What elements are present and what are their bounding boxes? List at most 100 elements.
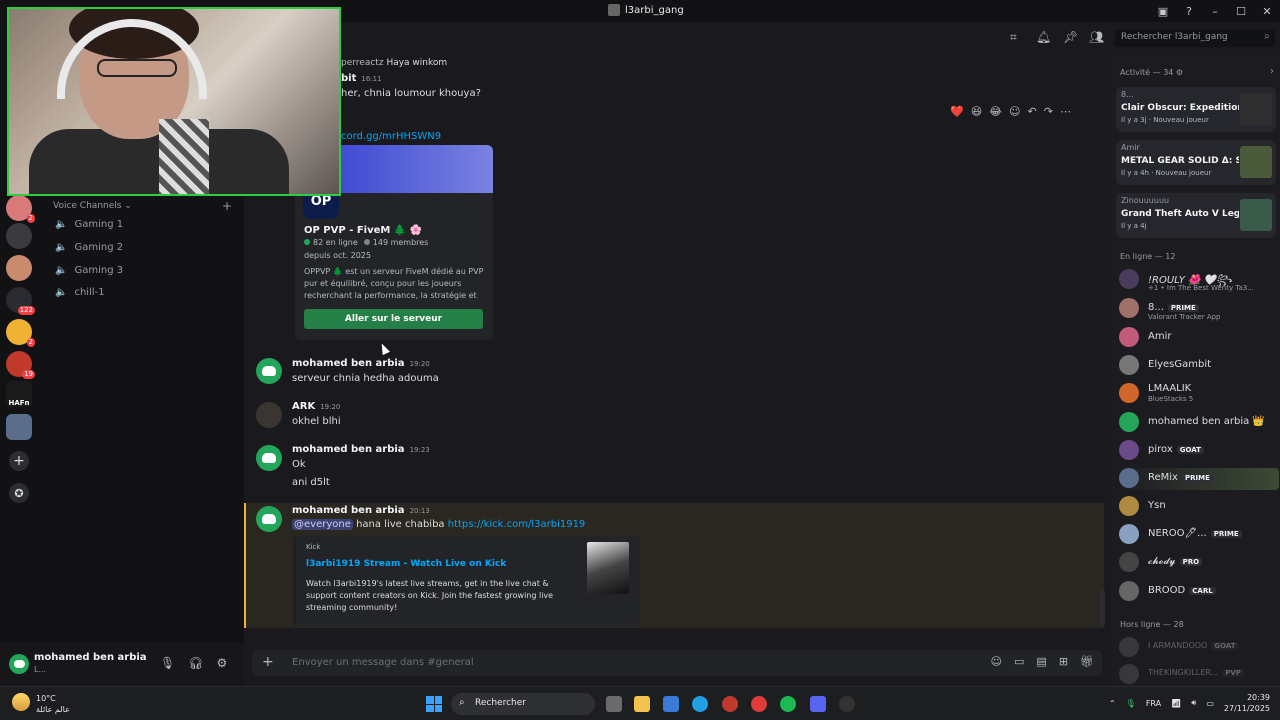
join-server-button[interactable]: Aller sur le serveur [304, 309, 483, 329]
channel-gaming-3[interactable]: 🔈 Gaming 3 [55, 265, 123, 276]
server-item[interactable] [6, 223, 32, 249]
channel-chill-1[interactable]: 🔈 chill-1 [55, 287, 105, 298]
members-icon[interactable]: 👥︎ [1089, 30, 1104, 44]
task-view-icon[interactable] [606, 696, 622, 712]
add-channel-icon[interactable]: + [222, 199, 232, 213]
embed-thumbnail[interactable] [587, 542, 629, 594]
avatar[interactable] [256, 402, 282, 428]
minimize-button[interactable]: – [1202, 0, 1228, 22]
member-item[interactable]: Ysn [1119, 496, 1279, 518]
avatar[interactable] [256, 358, 282, 384]
language-indicator[interactable]: FRA [1146, 699, 1161, 708]
apps-icon[interactable]: ⊞ [1059, 655, 1068, 668]
volume-icon[interactable]: 🔊︎ [1191, 698, 1196, 708]
maximize-button[interactable]: ☐ [1228, 0, 1254, 22]
message-author[interactable]: mohamed ben arbia 19:20 [292, 358, 430, 369]
channel-gaming-1[interactable]: 🔈 Gaming 1 [55, 219, 123, 230]
taskbar-search[interactable]: ⌕ Rechercher [451, 693, 595, 715]
bell-icon[interactable]: 🔔︎ [1036, 30, 1051, 44]
member-item[interactable]: ElyesGambit [1119, 355, 1279, 377]
member-item[interactable]: I ARMANDOOO GOAT [1119, 637, 1279, 659]
discord-icon[interactable] [810, 696, 826, 712]
threads-icon[interactable]: ⌗ [1010, 30, 1017, 45]
opera-icon[interactable] [751, 696, 767, 712]
activity-card[interactable]: 8... Clair Obscur: Expedition 33 Il y a … [1116, 87, 1276, 132]
user-avatar[interactable] [9, 654, 29, 674]
server-item[interactable] [6, 255, 32, 281]
member-item[interactable]: LMAALIK BlueStacks 5 [1119, 383, 1279, 405]
member-item[interactable]: ReMix PRIME [1119, 468, 1279, 490]
add-server-icon[interactable]: + [9, 451, 29, 471]
pin-icon[interactable]: 📌︎ [1063, 30, 1078, 44]
embed-title[interactable]: l3arbi1919 Stream - Watch Live on Kick [306, 559, 506, 569]
user-name[interactable]: mohamed ben arbia [34, 652, 147, 663]
close-button[interactable]: ✕ [1254, 0, 1280, 22]
discord-logo-icon [13, 660, 25, 668]
sticker-icon[interactable]: ▤ [1036, 655, 1046, 668]
server-item[interactable]: 122 [6, 287, 35, 315]
reply-icon[interactable]: ↶ [1028, 105, 1037, 118]
file-explorer-icon[interactable] [634, 696, 650, 712]
chevron-up-icon[interactable]: ⌃ [1109, 699, 1116, 708]
message-author[interactable]: ARK 19:20 [292, 401, 340, 412]
avatar[interactable] [256, 445, 282, 471]
add-reaction-icon[interactable]: ☺ [1009, 105, 1020, 118]
more-icon[interactable]: ⋯ [1060, 105, 1071, 118]
emoji-icon[interactable]: ☺ [991, 655, 1002, 668]
joy-react-icon[interactable]: 😂 [989, 105, 1002, 118]
avatar[interactable] [256, 506, 282, 532]
app-icon[interactable] [722, 696, 738, 712]
app-icon[interactable] [839, 696, 855, 712]
store-icon[interactable] [663, 696, 679, 712]
chat-scrollbar[interactable] [1100, 590, 1105, 626]
everyone-mention[interactable]: @everyone [292, 519, 353, 530]
member-item[interactable]: !ROULY 🌺 🤍꧂ +1 • Im The Best Wenty Ta3... [1119, 269, 1279, 292]
message-author[interactable]: bit 16:11 [341, 73, 382, 84]
activity-card[interactable]: Zinouuuuuu Grand Theft Auto V Legacy Il … [1116, 193, 1276, 238]
message-author[interactable]: mohamed ben arbia 19:23 [292, 444, 430, 455]
spotify-icon[interactable] [780, 696, 796, 712]
server-item[interactable] [6, 414, 32, 440]
voice-category-header[interactable]: Voice Channels ⌄ [53, 201, 132, 211]
edge-icon[interactable] [692, 696, 708, 712]
member-item[interactable]: 8... PRIME Valorant Tracker App [1119, 298, 1279, 321]
member-item[interactable]: mohamed ben arbia 👑 [1119, 412, 1279, 434]
weather-widget[interactable]: 10°C عالم عائلة [12, 693, 70, 715]
message-author[interactable]: mohamed ben arbia 20:13 [292, 505, 430, 516]
channel-gaming-2[interactable]: 🔈 Gaming 2 [55, 242, 123, 253]
laugh-react-icon[interactable]: 😆 [971, 105, 982, 118]
kick-link[interactable]: https://kick.com/l3arbi1919 [448, 519, 586, 530]
server-item[interactable]: 2 [6, 195, 35, 223]
wifi-icon[interactable]: 📶︎ [1171, 699, 1181, 708]
server-item[interactable]: 19 [6, 351, 35, 379]
inbox-icon[interactable]: ▣ [1150, 0, 1176, 22]
microphone-icon[interactable]: 🎙︎ [160, 656, 175, 670]
help-icon[interactable]: ? [1176, 0, 1202, 22]
discover-icon[interactable]: ✪ [9, 483, 29, 503]
forward-icon[interactable]: ↷ [1044, 105, 1053, 118]
clock[interactable]: 20:39 27/11/2025 [1224, 692, 1270, 714]
server-item[interactable]: HAFn [6, 381, 32, 407]
attach-plus-icon[interactable]: + [262, 654, 274, 670]
activity-card[interactable]: Amir METAL GEAR SOLID Δ: SN... Il y a 4h… [1116, 140, 1276, 185]
member-item[interactable]: Amir [1119, 327, 1279, 349]
member-item[interactable]: NEROO🖊... PRIME [1119, 524, 1279, 546]
gift-icon[interactable]: 🎁︎ [1080, 655, 1094, 668]
member-item[interactable]: 𝓬𝓱𝓸𝓭𝔂 PRO [1119, 552, 1279, 574]
server-item[interactable]: 2 [6, 319, 35, 347]
message-composer[interactable]: + Envoyer un message dans #general ☺ ▭ ▤… [252, 650, 1102, 676]
gif-icon[interactable]: ▭ [1014, 655, 1024, 668]
invite-link[interactable]: cord.gg/mrHHSWN9 [341, 131, 441, 142]
headphones-icon[interactable]: 🎧︎ [188, 656, 203, 670]
collapse-chevron-icon[interactable]: › [1270, 66, 1274, 77]
settings-gear-icon[interactable]: ⚙ [216, 656, 227, 670]
heart-react-icon[interactable]: ❤️ [950, 105, 964, 118]
battery-icon[interactable]: ▭ [1206, 699, 1214, 708]
microphone-icon[interactable]: 🎙︎ [1126, 699, 1136, 708]
search-input[interactable]: Rechercher l3arbi_gang ⌕ [1115, 29, 1275, 47]
message-input[interactable]: Envoyer un message dans #general [292, 657, 474, 668]
start-icon[interactable] [426, 696, 442, 712]
member-item[interactable]: THEKINGKILLER... PVP [1119, 664, 1279, 686]
member-item[interactable]: pirox GOAT [1119, 440, 1279, 462]
member-item[interactable]: BROOD CARL [1119, 581, 1279, 603]
